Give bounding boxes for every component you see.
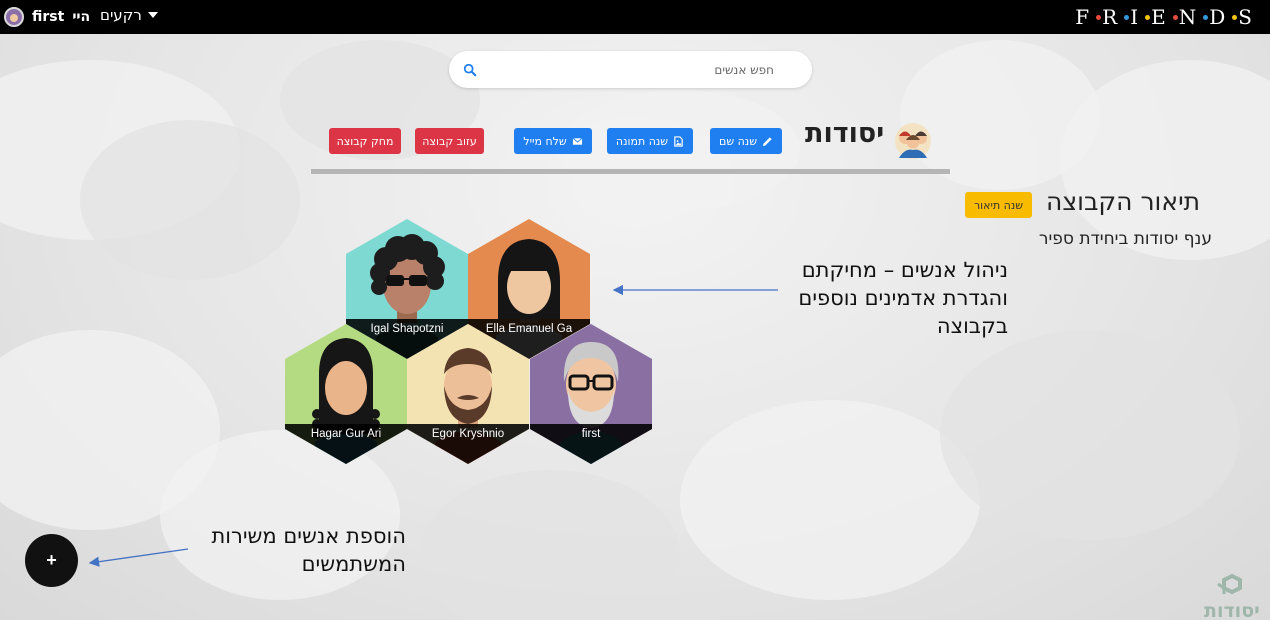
brand-dot [1096, 14, 1102, 20]
user-menu[interactable]: first היי [4, 5, 90, 29]
annotation-line: והגדרת אדמינים נוספים [798, 286, 1008, 310]
description-text: ענף יסודות ביחידת ספיר [1038, 229, 1212, 249]
brand-letter: I [1130, 5, 1145, 29]
annotation-line: המשתמשים [301, 552, 406, 576]
change-image-label: שנה תמונה [615, 134, 669, 148]
backgrounds-dropdown[interactable]: רקעים [100, 6, 158, 24]
delete-group-button[interactable]: מחק קבוצה [329, 128, 401, 154]
annotation-line: ניהול אנשים – מחיקתם [801, 258, 1008, 282]
brand-dot [1232, 14, 1238, 20]
annotation-manage-people: ניהול אנשים – מחיקתם והגדרת אדמינים נוספ… [798, 256, 1008, 340]
annotation-add-people: הוספת אנשים משירות המשתמשים [211, 522, 406, 578]
brand-letter: E [1151, 5, 1172, 29]
user-name: first [32, 9, 65, 25]
annotation-line: בקבוצה [936, 314, 1008, 338]
send-mail-button[interactable]: שלח מייל [514, 128, 592, 154]
change-image-button[interactable]: שנה תמונה [607, 128, 693, 154]
chevron-down-icon [147, 12, 158, 18]
annotation-line: הוספת אנשים משירות [211, 524, 406, 548]
user-greeting: היי [72, 9, 91, 25]
brand-letter: S [1238, 5, 1258, 29]
rename-group-label: שנה שם [719, 134, 757, 148]
delete-group-label: מחק קבוצה [336, 134, 394, 148]
brand-letter: N [1178, 5, 1203, 29]
member-name: first [581, 428, 601, 440]
group-title: יסודות [805, 118, 885, 149]
rename-group-button[interactable]: שנה שם [710, 128, 782, 154]
friends-logo[interactable]: FRIENDS [1075, 4, 1258, 30]
brand-letter: R [1102, 5, 1124, 29]
search-bar [449, 51, 812, 88]
description-title: תיאור הקבוצה [1046, 187, 1201, 216]
header-divider [311, 169, 950, 174]
brand-letter: D [1209, 5, 1232, 29]
member-name: Ella Emanuel Ga [485, 323, 573, 335]
top-navbar: first היי רקעים FRIENDS [0, 0, 1270, 34]
add-member-button[interactable]: + [25, 534, 78, 587]
plus-icon: + [46, 550, 57, 570]
brand-letter: F [1075, 5, 1096, 29]
watermark-text: יסודות [1204, 600, 1260, 620]
brand-dot [1124, 14, 1130, 20]
leave-group-button[interactable]: עזוב קבוצה [415, 128, 484, 154]
group-logo [895, 123, 931, 159]
pencil-icon [762, 136, 772, 146]
brand-dot [1145, 14, 1151, 20]
search-icon[interactable] [463, 63, 477, 77]
backgrounds-label: רקעים [100, 6, 142, 24]
change-description-label: שנה תיאור [973, 198, 1024, 212]
envelope-icon [572, 137, 583, 145]
member-name: Igal Shapotzni [370, 323, 444, 335]
member-name: Egor Kryshnio [431, 428, 505, 440]
brand-dot [1172, 14, 1178, 20]
brand-dot [1203, 14, 1209, 20]
user-avatar [4, 7, 24, 27]
search-input[interactable] [485, 60, 774, 80]
send-mail-label: שלח מייל [523, 134, 567, 148]
change-description-button[interactable]: שנה תיאור [965, 192, 1032, 218]
member-name: Hagar Gur Ari [310, 428, 382, 440]
image-file-icon [674, 135, 683, 147]
leave-group-label: עזוב קבוצה [422, 134, 477, 148]
